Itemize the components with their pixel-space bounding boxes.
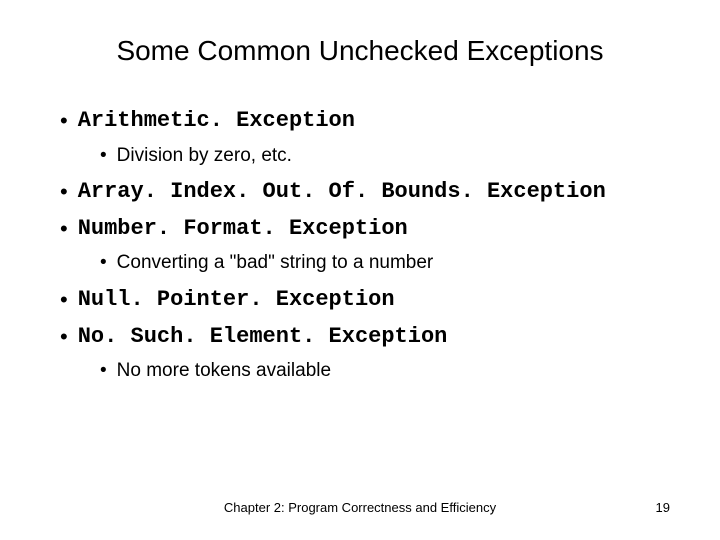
list-item: • No. Such. Element. Exception <box>60 323 670 352</box>
bullet-icon: • <box>60 107 68 136</box>
list-item: • Array. Index. Out. Of. Bounds. Excepti… <box>60 178 670 207</box>
page-number: 19 <box>656 500 670 515</box>
bullet-icon: • <box>60 286 68 315</box>
slide-content: • Arithmetic. Exception • Division by ze… <box>50 107 670 384</box>
bullet-icon: • <box>100 144 107 169</box>
subitem-text: No more tokens available <box>117 359 331 384</box>
bullet-icon: • <box>60 178 68 207</box>
subitem-text: Division by zero, etc. <box>117 144 292 169</box>
subitem-text: Converting a "bad" string to a number <box>117 251 434 276</box>
item-text: Array. Index. Out. Of. Bounds. Exception <box>78 178 606 207</box>
list-item: • Arithmetic. Exception <box>60 107 670 136</box>
list-item: • Number. Format. Exception <box>60 215 670 244</box>
bullet-icon: • <box>100 359 107 384</box>
list-subitem: • Converting a "bad" string to a number <box>100 251 670 276</box>
item-text: No. Such. Element. Exception <box>78 323 448 352</box>
slide-title: Some Common Unchecked Exceptions <box>50 35 670 67</box>
bullet-icon: • <box>100 251 107 276</box>
list-subitem: • No more tokens available <box>100 359 670 384</box>
item-text: Null. Pointer. Exception <box>78 286 395 315</box>
list-subitem: • Division by zero, etc. <box>100 144 670 169</box>
bullet-icon: • <box>60 215 68 244</box>
list-item: • Null. Pointer. Exception <box>60 286 670 315</box>
item-text: Number. Format. Exception <box>78 215 408 244</box>
slide-footer: Chapter 2: Program Correctness and Effic… <box>0 500 720 515</box>
bullet-icon: • <box>60 323 68 352</box>
footer-text: Chapter 2: Program Correctness and Effic… <box>224 500 496 515</box>
item-text: Arithmetic. Exception <box>78 107 355 136</box>
